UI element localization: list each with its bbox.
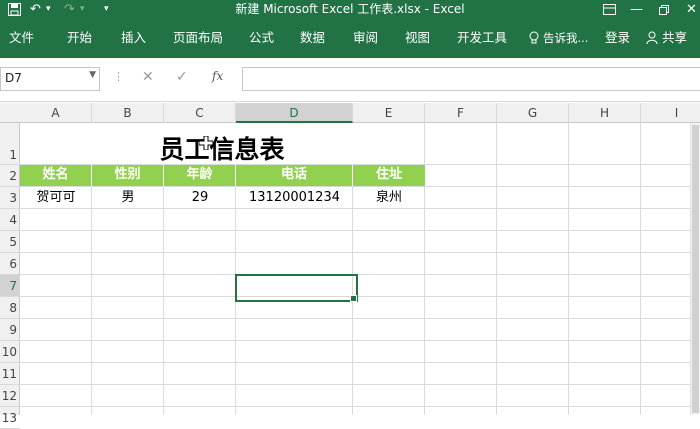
header-cell-address[interactable]: 住址: [353, 165, 425, 186]
tab-file[interactable]: 文件: [9, 20, 34, 56]
undo-icon[interactable]: ↶: [30, 0, 41, 20]
table-title: 员工信息表: [159, 135, 285, 164]
tab-page-layout[interactable]: 页面布局: [173, 20, 223, 56]
column-header-a[interactable]: A: [20, 103, 92, 123]
ribbon-tabs: 文件 开始 插入 页面布局 公式 数据 审阅 视图 开发工具 告诉我... 登录…: [0, 20, 700, 58]
tell-me-label: 告诉我...: [542, 31, 589, 45]
column-header-g[interactable]: G: [497, 103, 569, 123]
row-header-6[interactable]: 6: [0, 253, 20, 275]
share-label: 共享: [661, 30, 687, 45]
enter-icon[interactable]: ✓: [176, 69, 188, 85]
column-header-d[interactable]: D: [236, 103, 353, 123]
name-box-value: D7: [5, 71, 22, 85]
ribbon-display-icon[interactable]: [603, 0, 616, 20]
restore-icon[interactable]: [659, 0, 669, 20]
save-icon[interactable]: [8, 0, 21, 20]
worksheet-grid[interactable]: 员工信息表 姓名 性别 年龄 电话 住址 贺可可 男 29 1312000123…: [20, 123, 700, 415]
close-icon[interactable]: ✕: [686, 0, 697, 20]
column-headers: A B C D E F G H I: [0, 103, 700, 123]
column-header-b[interactable]: B: [92, 103, 164, 123]
tab-view[interactable]: 视图: [405, 20, 430, 56]
column-header-h[interactable]: H: [569, 103, 641, 123]
redo-dropdown-icon[interactable]: ▾: [80, 0, 85, 20]
tab-data[interactable]: 数据: [300, 20, 325, 56]
row-header-4[interactable]: 4: [0, 209, 20, 231]
header-cell-gender[interactable]: 性别: [92, 165, 164, 186]
row-header-1[interactable]: 1: [0, 123, 20, 165]
active-cell-d7[interactable]: [235, 274, 358, 302]
column-header-e[interactable]: E: [353, 103, 425, 123]
formula-bar: D7 ▼ ⋮ ✕ ✓ fx: [0, 58, 700, 102]
customize-icon[interactable]: ▾: [104, 0, 109, 20]
title-bar: ↶ ▾ ↷ ▾ ▾ 新建 Microsoft Excel 工作表.xlsx - …: [0, 0, 700, 20]
row-header-9[interactable]: 9: [0, 319, 20, 341]
user-icon: [646, 30, 662, 45]
tab-review[interactable]: 审阅: [353, 20, 378, 56]
row-header-7[interactable]: 7: [0, 275, 20, 297]
row-header-5[interactable]: 5: [0, 231, 20, 253]
row-header-13[interactable]: 13: [0, 407, 20, 429]
share-button[interactable]: 共享: [646, 20, 687, 56]
row-header-11[interactable]: 11: [0, 363, 20, 385]
row-header-3[interactable]: 3: [0, 187, 20, 209]
minimize-icon[interactable]: —: [630, 0, 643, 20]
column-header-f[interactable]: F: [425, 103, 497, 123]
name-box[interactable]: D7 ▼: [0, 67, 100, 91]
insert-function-icon[interactable]: fx: [212, 69, 223, 83]
row-headers: 1 2 3 4 5 6 7 8 9 10 11 12 13: [0, 123, 20, 429]
tell-me-box[interactable]: 告诉我...: [529, 20, 588, 56]
scrollbar-thumb[interactable]: [692, 125, 699, 413]
table-cell-address[interactable]: 泉州: [353, 187, 425, 208]
header-cell-age[interactable]: 年龄: [164, 165, 236, 186]
tab-home[interactable]: 开始: [67, 20, 92, 56]
login-link[interactable]: 登录: [605, 20, 630, 56]
cursor-cross-icon: [198, 135, 214, 154]
lightbulb-icon: [529, 30, 543, 45]
table-cell-phone[interactable]: 13120001234: [236, 187, 353, 208]
table-cell-age[interactable]: 29: [164, 187, 236, 208]
tab-formulas[interactable]: 公式: [249, 20, 274, 56]
chevron-down-icon[interactable]: ▼: [89, 70, 96, 80]
row-header-2[interactable]: 2: [0, 165, 20, 187]
cancel-icon[interactable]: ✕: [142, 69, 154, 85]
fill-handle[interactable]: [350, 295, 357, 302]
table-cell-name[interactable]: 贺可可: [20, 187, 92, 208]
tab-developer[interactable]: 开发工具: [457, 20, 507, 56]
header-cell-name[interactable]: 姓名: [20, 165, 92, 186]
undo-dropdown-icon[interactable]: ▾: [46, 0, 51, 20]
more-options-icon[interactable]: ⋮: [113, 70, 124, 83]
merged-title-cell[interactable]: 员工信息表: [20, 123, 424, 164]
table-cell-gender[interactable]: 男: [92, 187, 164, 208]
column-header-c[interactable]: C: [164, 103, 236, 123]
formula-input[interactable]: [242, 67, 700, 91]
tab-insert[interactable]: 插入: [121, 20, 146, 56]
column-header-i[interactable]: I: [641, 103, 700, 123]
header-cell-phone[interactable]: 电话: [236, 165, 353, 186]
row-header-10[interactable]: 10: [0, 341, 20, 363]
redo-icon[interactable]: ↷: [64, 0, 75, 20]
row-header-12[interactable]: 12: [0, 385, 20, 407]
vertical-scrollbar[interactable]: [690, 123, 700, 415]
row-header-8[interactable]: 8: [0, 297, 20, 319]
